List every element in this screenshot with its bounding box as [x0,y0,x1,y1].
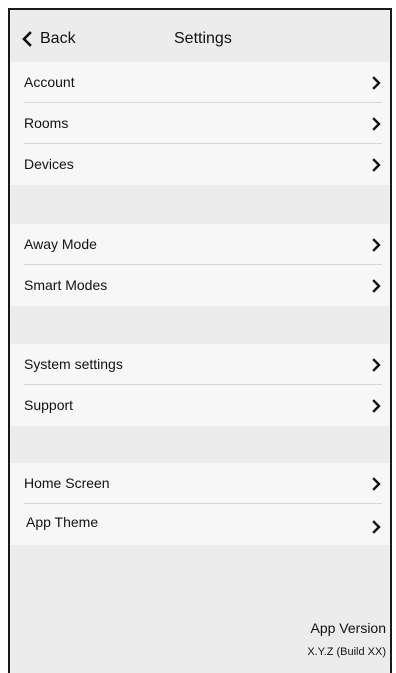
settings-item-label: Rooms [24,115,69,131]
chevron-right-icon [372,477,381,491]
settings-item-system-settings[interactable]: System settings [10,344,390,385]
chevron-right-icon [372,358,381,372]
settings-item-label: Devices [24,156,74,172]
back-label: Back [40,30,76,47]
settings-item-label: Support [24,397,74,413]
settings-item-label: Away Mode [24,236,97,252]
settings-item-label: Account [24,74,75,90]
settings-item-label: System settings [24,356,123,372]
settings-item-rooms[interactable]: Rooms [10,103,390,144]
settings-group-display: Home Screen App Theme [10,463,390,545]
chevron-right-icon [372,399,381,413]
chevron-right-icon [372,76,381,90]
settings-item-away-mode[interactable]: Away Mode [10,224,390,265]
settings-item-label: App Theme [26,514,99,530]
app-version-value: X.Y.Z (Build XX) [307,646,386,658]
settings-item-smart-modes[interactable]: Smart Modes [10,265,390,306]
settings-group-account: Account Rooms Devices [10,62,390,185]
settings-item-home-screen[interactable]: Home Screen [10,463,390,504]
phone-frame: Back Settings Account Rooms Devices Away… [8,8,392,673]
settings-item-devices[interactable]: Devices [10,144,390,185]
page-title: Settings [174,30,232,47]
settings-item-app-theme[interactable]: App Theme [10,504,390,545]
chevron-right-icon [372,117,381,131]
settings-group-modes: Away Mode Smart Modes [10,224,390,306]
chevron-right-icon [372,520,381,534]
app-version-label: App Version [310,620,387,636]
settings-item-label: Home Screen [24,475,110,491]
settings-item-account[interactable]: Account [10,62,390,103]
chevron-right-icon [372,238,381,252]
chevron-right-icon [372,158,381,172]
settings-group-system: System settings Support [10,344,390,426]
settings-item-label: Smart Modes [24,277,108,293]
chevron-left-icon [22,31,32,47]
back-button[interactable]: Back [20,30,76,48]
settings-item-support[interactable]: Support [10,385,390,426]
chevron-right-icon [372,279,381,293]
header: Back Settings [10,10,390,62]
